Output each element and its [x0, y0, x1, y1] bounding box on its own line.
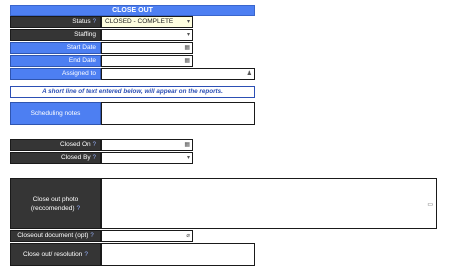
status-label: Status? [10, 16, 101, 28]
staffing-select[interactable]: ▾ [101, 29, 193, 41]
end-date-input[interactable]: ▦ [101, 55, 193, 67]
help-icon[interactable]: ? [93, 19, 96, 25]
help-icon[interactable]: ? [84, 250, 88, 259]
closeout-photo-label-line2: (reccomended) [30, 204, 75, 212]
closeout-resolution-label: Close out/ resolution? [10, 243, 101, 266]
chevron-down-icon[interactable]: ▾ [187, 30, 190, 40]
help-icon[interactable]: ? [90, 233, 93, 239]
start-date-label: Start Date [10, 42, 101, 54]
status-select[interactable]: CLOSED - COMPLETE ▾ [101, 16, 193, 28]
closed-by-select[interactable]: ▾ [101, 152, 193, 164]
start-date-label-text: Start Date [66, 44, 96, 51]
status-value: CLOSED - COMPLETE [105, 18, 174, 25]
scheduling-notes-input[interactable] [101, 102, 255, 125]
closeout-document-label: Closeout document (opt)? [10, 230, 101, 242]
status-label-text: Status [72, 18, 91, 25]
help-icon[interactable]: ? [93, 155, 96, 161]
end-date-label: End Date [10, 55, 101, 67]
paperclip-icon[interactable]: ⌀ [186, 231, 190, 241]
closed-on-label-text: Closed On [59, 141, 91, 148]
closeout-photo-label: Close out photo (reccomended)? [10, 178, 101, 229]
help-icon[interactable]: ? [77, 205, 81, 212]
closeout-document-label-text: Closeout document (opt) [17, 232, 89, 239]
scheduling-notes-label: Scheduling notes [10, 102, 101, 125]
chevron-down-icon[interactable]: ▾ [187, 17, 190, 27]
closeout-photo-label-line1: Close out photo [32, 195, 79, 203]
section-header: CLOSE OUT [10, 5, 255, 16]
chevron-down-icon[interactable]: ▾ [187, 153, 190, 163]
closed-on-label: Closed On? [10, 139, 101, 151]
scheduling-notes-label-text: Scheduling notes [30, 110, 81, 117]
closeout-resolution-label-text: Close out/ resolution [23, 251, 83, 258]
calendar-icon[interactable]: ▦ [184, 56, 190, 66]
closeout-photo-dropzone[interactable]: ▭ [101, 178, 437, 229]
image-icon[interactable]: ▭ [427, 200, 433, 210]
closeout-resolution-input[interactable] [101, 243, 255, 266]
person-icon[interactable]: ♟ [247, 69, 252, 79]
report-notice: A short line of text entered below, will… [10, 86, 255, 98]
end-date-label-text: End Date [68, 57, 96, 64]
start-date-input[interactable]: ▦ [101, 42, 193, 54]
calendar-icon[interactable]: ▦ [184, 140, 190, 150]
closeout-document-input[interactable]: ⌀ [101, 230, 193, 242]
assigned-to-label-text: Assigned to [62, 70, 96, 77]
closed-by-label: Closed By? [10, 152, 101, 164]
assigned-to-input[interactable]: ♟ [101, 68, 255, 80]
closed-on-input[interactable]: ▦ [101, 139, 193, 151]
staffing-label-text: Staffing [74, 31, 96, 38]
help-icon[interactable]: ? [93, 142, 96, 148]
closed-by-label-text: Closed By [61, 154, 91, 161]
assigned-to-label: Assigned to [10, 68, 101, 80]
calendar-icon[interactable]: ▦ [184, 43, 190, 53]
staffing-label: Staffing [10, 29, 101, 41]
